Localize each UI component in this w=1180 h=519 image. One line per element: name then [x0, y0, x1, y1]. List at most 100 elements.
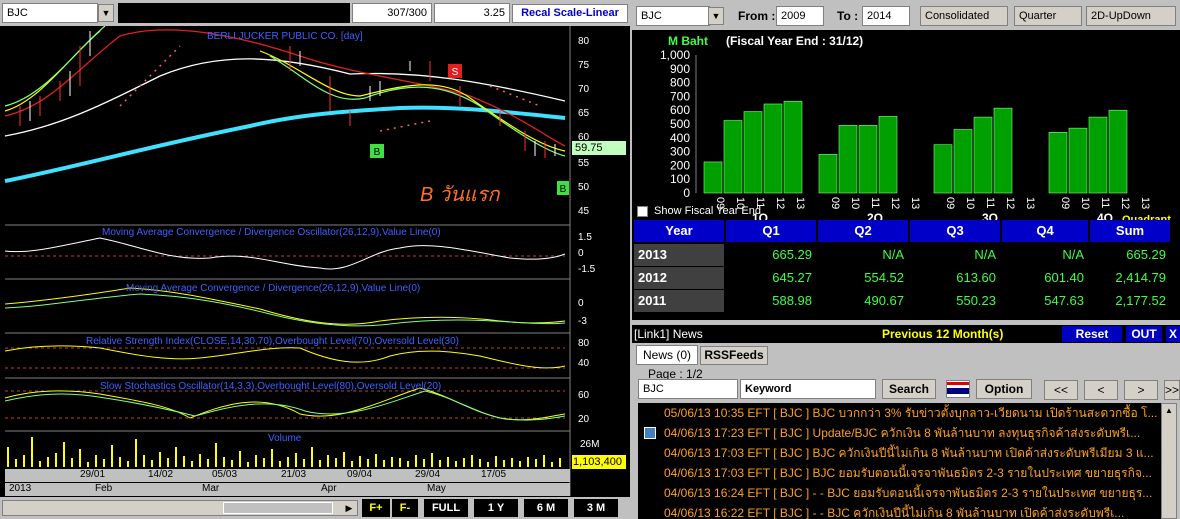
- right-symbol-dropdown-icon[interactable]: ▼: [708, 7, 724, 25]
- close-button[interactable]: X: [1166, 326, 1180, 342]
- col-header: Sum: [1090, 220, 1170, 242]
- col-header: Q4: [1002, 220, 1088, 242]
- scrollbar-thumb[interactable]: [223, 502, 333, 514]
- bar: [993, 107, 1013, 194]
- option-button[interactable]: Option: [976, 379, 1032, 399]
- y-tick-label: 0: [683, 186, 690, 200]
- prev-page-button[interactable]: <: [1084, 380, 1118, 400]
- table-year-cell: 2013: [634, 244, 724, 266]
- table-cell: 550.23: [910, 290, 1000, 312]
- chart-toolbar: BJC ▼ 307/300 3.25 Recal Scale-Linear: [0, 0, 630, 26]
- panel-tick: 20: [578, 414, 590, 425]
- from-select[interactable]: 2009: [776, 6, 824, 26]
- panel-tick: 60: [578, 390, 590, 401]
- consolidated-select[interactable]: Consolidated: [920, 6, 1008, 26]
- col-header: Q1: [726, 220, 816, 242]
- bar: [783, 100, 803, 194]
- x-tick-label: 12: [774, 197, 786, 209]
- bar: [858, 125, 878, 194]
- date-label: 29/04: [415, 469, 441, 480]
- news-item[interactable]: 04/06/13 16:22 EFT [ BJC ] - - BJC ควักเ…: [638, 503, 1161, 519]
- last-page-button[interactable]: >>: [1164, 380, 1180, 400]
- price-tick: 55: [578, 158, 590, 169]
- link-label: [Link1] News: [634, 327, 703, 341]
- language-flag-icon[interactable]: [946, 380, 970, 398]
- show-fiscal-checkbox[interactable]: [637, 206, 648, 217]
- next-page-button[interactable]: >: [1124, 380, 1158, 400]
- one-year-button[interactable]: 1 Y: [474, 499, 518, 517]
- keyword-input[interactable]: Keyword: [740, 379, 876, 399]
- col-header: Q2: [818, 220, 908, 242]
- panel-tick: 40: [578, 358, 590, 369]
- news-list: 05/06/13 10:35 EFT [ BJC ] BJC บวกกว่า 3…: [638, 403, 1161, 519]
- symbol-dropdown-icon[interactable]: ▼: [98, 4, 114, 22]
- consolidated-value: Consolidated: [925, 10, 990, 22]
- month-label: Apr: [321, 483, 337, 494]
- first-page-button[interactable]: <<: [1044, 380, 1078, 400]
- y-tick-label: 1,000: [660, 48, 690, 62]
- to-value: 2014: [867, 10, 892, 22]
- full-button[interactable]: FULL: [424, 499, 468, 517]
- period-select[interactable]: Quarter: [1014, 6, 1082, 26]
- x-tick-label: 10: [964, 197, 976, 209]
- symbol-input[interactable]: BJC: [2, 3, 98, 23]
- table-cell: 2,177.52: [1090, 290, 1170, 312]
- price-tick: 60: [578, 132, 590, 143]
- news-item-text: 04/06/13 17:03 EFT [ BJC ] BJC ควักเงินป…: [664, 446, 1154, 460]
- panel-tick: -3: [578, 316, 587, 327]
- tab-rss[interactable]: RSSFeeds: [700, 346, 768, 365]
- month-axis: 2013 Feb Mar Apr May: [5, 483, 570, 496]
- right-symbol-input[interactable]: BJC: [636, 6, 710, 26]
- table-cell: 490.67: [818, 290, 908, 312]
- y-tick-label: 900: [670, 62, 690, 76]
- period-value: Quarter: [1019, 10, 1057, 22]
- news-header: [Link1] News Previous 12 Month(s) Reset …: [632, 325, 1180, 343]
- y-tick-label: 300: [670, 145, 690, 159]
- mode-select[interactable]: 2D-UpDown: [1086, 6, 1176, 26]
- out-button[interactable]: OUT: [1126, 326, 1162, 342]
- zoom-in-button[interactable]: F+: [362, 499, 390, 517]
- scroll-right-icon[interactable]: ▶: [341, 501, 357, 515]
- stock-chart[interactable]: B B S BERLI JUCKER PUBLIC CO. [day] B วั…: [0, 26, 630, 497]
- search-button[interactable]: Search: [882, 379, 936, 399]
- y-tick-label: 500: [670, 117, 690, 131]
- zoom-out-button[interactable]: F-: [392, 499, 418, 517]
- bar: [723, 120, 743, 194]
- month-label: Feb: [95, 483, 113, 494]
- tab-news[interactable]: News (0): [636, 345, 698, 365]
- x-tick-label: 12: [1004, 197, 1016, 209]
- bar: [1068, 127, 1088, 194]
- price-tick: 45: [578, 206, 590, 217]
- date-label: 05/03: [212, 469, 238, 480]
- x-tick-label: 10: [1079, 197, 1091, 209]
- news-item[interactable]: 04/06/13 17:03 EFT [ BJC ] BJC ควักเงินป…: [638, 443, 1161, 463]
- counter-field: 307/300: [352, 3, 432, 23]
- reset-button[interactable]: Reset: [1062, 326, 1122, 342]
- from-value: 2009: [781, 10, 806, 22]
- recal-scale-button[interactable]: Recal Scale-Linear: [512, 4, 628, 23]
- y-tick-label: 200: [670, 158, 690, 172]
- table-year-cell: 2012: [634, 267, 724, 289]
- buy-signal-label-2: B: [560, 184, 567, 195]
- previous-label: Previous 12 Month(s): [882, 327, 1004, 341]
- news-attachment-icon[interactable]: [644, 427, 656, 439]
- news-item-text: 05/06/13 10:35 EFT [ BJC ] BJC บวกกว่า 3…: [664, 406, 1158, 420]
- news-symbol-input[interactable]: BJC: [638, 379, 738, 399]
- news-scrollbar[interactable]: ▲: [1161, 403, 1177, 519]
- date-label: 14/02: [148, 469, 174, 480]
- news-item-text: 04/06/13 17:03 EFT [ BJC ] BJC ยอมรับตอน…: [664, 466, 1152, 480]
- chart-bottom-bar: ▶ F+ F- FULL 1 Y 6 M 3 M: [0, 497, 630, 519]
- news-item[interactable]: 04/06/13 17:03 EFT [ BJC ] BJC ยอมรับตอน…: [638, 463, 1161, 483]
- three-month-button[interactable]: 3 M: [574, 499, 618, 517]
- news-item[interactable]: 04/06/13 16:24 EFT [ BJC ] - - BJC ยอมรั…: [638, 483, 1161, 503]
- x-tick-label: 13: [794, 197, 806, 209]
- to-select[interactable]: 2014: [862, 6, 910, 26]
- news-item[interactable]: 05/06/13 10:35 EFT [ BJC ] BJC บวกกว่า 3…: [638, 403, 1161, 423]
- news-item[interactable]: 04/06/13 17:23 EFT [ BJC ] Update/BJC คว…: [638, 423, 1161, 443]
- scroll-up-icon[interactable]: ▲: [1162, 404, 1176, 418]
- bar: [818, 154, 838, 194]
- bar-chart-svg: 1,0009008007006005004003002001000 09 10 11 1…: [660, 48, 1151, 220]
- six-month-button[interactable]: 6 M: [524, 499, 568, 517]
- news-item-text: 04/06/13 17:23 EFT [ BJC ] Update/BJC คว…: [664, 426, 1141, 440]
- horizontal-scrollbar[interactable]: ▶: [2, 500, 358, 516]
